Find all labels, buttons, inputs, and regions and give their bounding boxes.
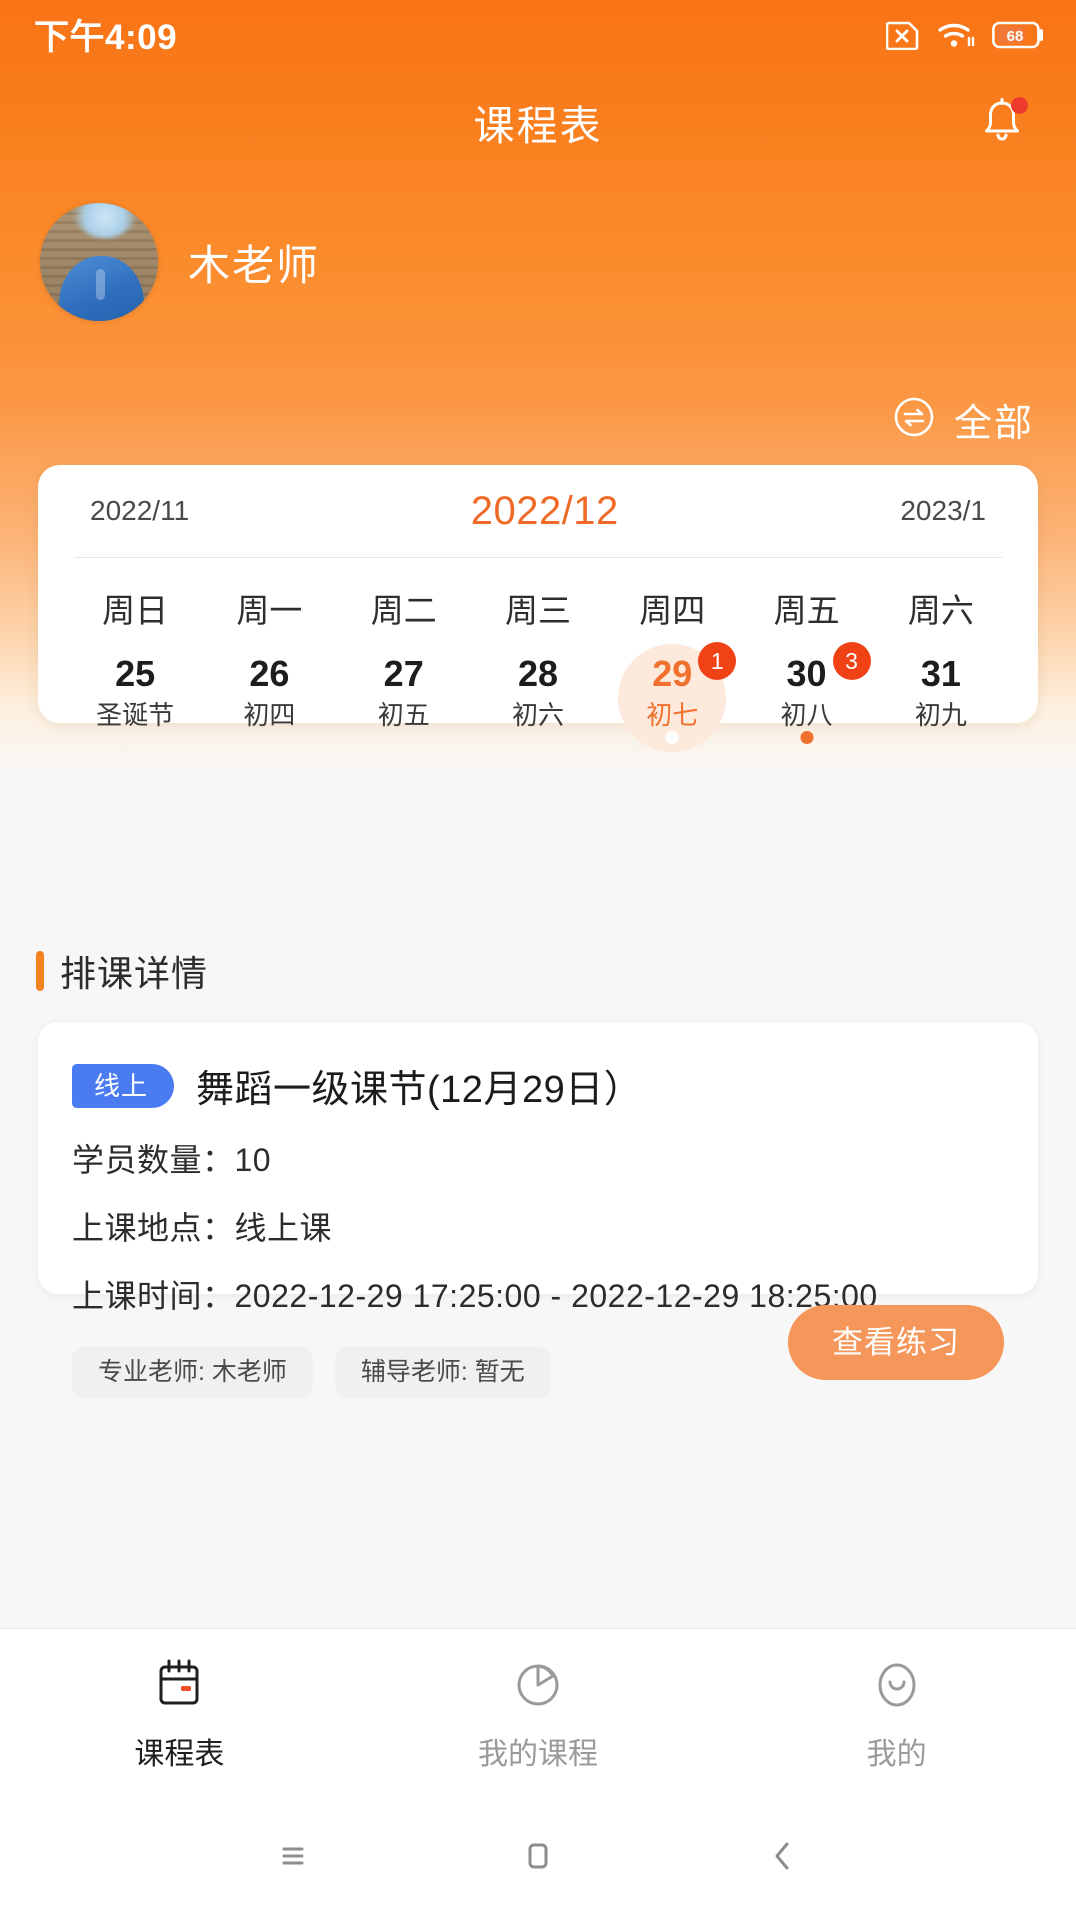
system-navigation-bar — [0, 1800, 1076, 1916]
calendar-month-nav: 2022/11 2022/12 2023/1 — [68, 465, 1008, 557]
day-number: 26 — [249, 653, 290, 694]
notification-bell-button[interactable] — [974, 94, 1030, 150]
day-sublabel: 圣诞节 — [96, 700, 175, 730]
day-sublabel: 初九 — [914, 700, 967, 730]
wifi-icon — [936, 19, 976, 51]
day-sublabel: 初七 — [646, 700, 699, 730]
lesson-card[interactable]: 线上 舞蹈一级课节(12月29日） 学员数量：10 上课地点：线上课 上课时间：… — [38, 1022, 1038, 1398]
prev-month-button[interactable]: 2022/11 — [90, 495, 189, 527]
calendar-day-30[interactable]: 3 30 初八 — [739, 642, 873, 750]
day-sublabel: 初五 — [377, 700, 430, 730]
lesson-type-badge: 线上 — [72, 1063, 175, 1108]
tab-my-courses[interactable]: 我的课程 — [359, 1629, 718, 1800]
section-header: 排课详情 — [36, 945, 208, 997]
view-practice-button[interactable]: 查看练习 — [788, 1305, 1004, 1380]
filter-label: 全部 — [953, 403, 1034, 445]
day-number: 29 — [652, 653, 693, 694]
calendar-day-31[interactable]: 31 初九 — [874, 646, 1008, 750]
app-title-bar: 课程表 — [0, 72, 1076, 172]
tab-mine[interactable]: 我的 — [717, 1629, 1076, 1800]
home-square-icon — [528, 1843, 548, 1868]
tab-schedule[interactable]: 课程表 — [0, 1629, 359, 1800]
section-title-text: 排课详情 — [60, 953, 209, 994]
filter-all-button[interactable]: 全部 — [892, 392, 1034, 447]
weekday-label: 周二 — [370, 592, 437, 629]
battery-level: 68 — [1007, 28, 1024, 45]
lesson-header: 线上 舞蹈一级课节(12月29日） — [72, 1058, 1004, 1113]
assistant-teacher-tag: 辅导老师: 暂无 — [334, 1347, 551, 1398]
day-number: 28 — [517, 653, 559, 694]
calendar-icon — [159, 1659, 199, 1704]
day-event-dot — [800, 731, 814, 744]
bottom-tab-bar: 课程表 我的课程 我的 — [0, 1628, 1076, 1800]
profile-name: 木老师 — [188, 241, 321, 289]
avatar[interactable] — [40, 203, 158, 321]
day-count-badge: 1 — [698, 642, 737, 680]
page-title: 课程表 — [473, 103, 603, 149]
weekday-label: 周五 — [773, 592, 840, 629]
pie-chart-icon — [517, 1664, 559, 1705]
calendar-card: 2022/11 2022/12 2023/1 周日 周一 周二 周三 周四 周五… — [38, 465, 1038, 752]
day-count-badge: 3 — [832, 642, 871, 680]
menu-icon — [282, 1847, 304, 1864]
day-number: 27 — [383, 653, 424, 694]
day-number: 25 — [115, 653, 156, 694]
calendar-day-28[interactable]: 28 初六 — [471, 646, 605, 750]
back-chevron-icon — [775, 1842, 789, 1869]
profile-row[interactable]: 木老师 — [40, 203, 320, 321]
tab-label: 课程表 — [134, 1737, 225, 1771]
status-icons: 68 — [886, 19, 1046, 51]
exchange-icon — [892, 395, 936, 444]
status-time: 下午4:09 — [34, 17, 178, 57]
calendar-days-row: 25 圣诞节 26 初四 27 初五 28 初六 1 29 初七 3 30 初八… — [68, 632, 1008, 752]
notification-dot — [1011, 97, 1028, 114]
calendar-day-27[interactable]: 27 初五 — [337, 646, 471, 750]
tab-label: 我的课程 — [478, 1737, 598, 1771]
day-number: 30 — [786, 653, 827, 694]
sim-x-icon — [886, 20, 920, 50]
calendar-day-26[interactable]: 26 初四 — [202, 646, 336, 750]
lesson-title: 舞蹈一级课节(12月29日） — [196, 1069, 643, 1111]
weekday-label: 周日 — [102, 592, 169, 629]
next-month-button[interactable]: 2023/1 — [900, 495, 986, 527]
day-sublabel: 初八 — [780, 700, 833, 730]
lesson-student-count: 学员数量：10 — [72, 1142, 272, 1178]
weekday-label: 周六 — [907, 592, 974, 629]
day-sublabel: 初四 — [243, 700, 296, 730]
back-button[interactable] — [762, 1835, 804, 1882]
section-accent-bar — [36, 951, 44, 991]
weekday-label: 周四 — [639, 592, 706, 629]
main-teacher-tag: 专业老师: 木老师 — [72, 1347, 313, 1398]
day-sublabel: 初六 — [511, 700, 564, 730]
battery-icon: 68 — [992, 21, 1046, 49]
calendar-day-25[interactable]: 25 圣诞节 — [68, 646, 202, 750]
status-bar: 下午4:09 68 — [0, 0, 1076, 70]
weekday-label: 周一 — [236, 592, 303, 629]
day-number: 31 — [920, 653, 961, 694]
smiley-face-icon — [878, 1663, 916, 1706]
lesson-location: 上课地点：线上课 — [72, 1210, 333, 1246]
home-button[interactable] — [517, 1835, 559, 1882]
tab-label: 我的 — [866, 1737, 927, 1771]
day-event-dot — [665, 731, 679, 744]
recents-button[interactable] — [272, 1835, 314, 1882]
current-month-label[interactable]: 2022/12 — [471, 489, 619, 534]
weekday-label: 周三 — [504, 592, 571, 629]
calendar-day-29[interactable]: 1 29 初七 — [605, 642, 739, 752]
app-screen: 下午4:09 68 课程表 木老师 全部 2022/11 2022/12 202… — [0, 0, 1076, 1916]
calendar-weekday-header: 周日 周一 周二 周三 周四 周五 周六 — [68, 558, 1008, 632]
